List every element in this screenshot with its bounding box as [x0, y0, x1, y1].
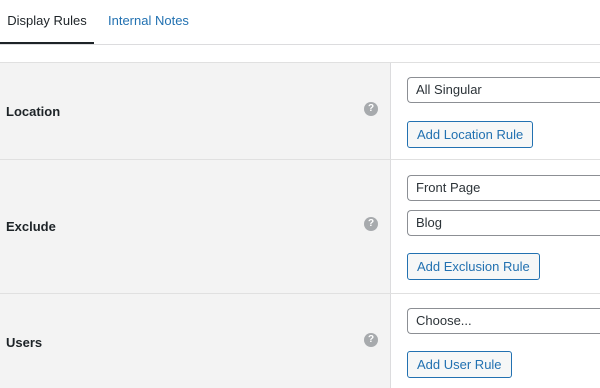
help-icon[interactable]: ?: [364, 102, 378, 116]
tab-bar: Display Rules Internal Notes: [0, 0, 600, 45]
exclude-label: Exclude: [6, 219, 56, 234]
location-label-cell: Location ?: [0, 63, 391, 159]
users-row: Users ? Choose... Add User Rule: [0, 293, 600, 388]
location-row: Location ? All Singular Add Location Rul…: [0, 62, 600, 159]
tab-internal-notes[interactable]: Internal Notes: [108, 0, 189, 44]
exclude-select-blog[interactable]: Blog: [407, 210, 600, 236]
help-icon[interactable]: ?: [364, 217, 378, 231]
users-label: Users: [6, 335, 43, 350]
location-label: Location: [6, 104, 61, 119]
add-user-rule-button[interactable]: Add User Rule: [407, 351, 512, 378]
location-field-cell: All Singular Add Location Rule: [391, 63, 600, 159]
add-exclusion-rule-button[interactable]: Add Exclusion Rule: [407, 253, 540, 280]
location-select[interactable]: All Singular: [407, 77, 600, 103]
users-field-cell: Choose... Add User Rule: [391, 294, 600, 388]
help-icon[interactable]: ?: [364, 333, 378, 347]
exclude-row: Exclude ? Front Page Blog Add Exclusion …: [0, 159, 600, 293]
exclude-label-cell: Exclude ?: [0, 160, 391, 293]
users-label-cell: Users ?: [0, 294, 391, 388]
add-location-rule-button[interactable]: Add Location Rule: [407, 121, 534, 148]
exclude-select-front-page[interactable]: Front Page: [407, 175, 600, 201]
exclude-field-cell: Front Page Blog Add Exclusion Rule: [391, 160, 600, 293]
users-select[interactable]: Choose...: [407, 308, 600, 334]
tab-display-rules[interactable]: Display Rules: [0, 0, 94, 44]
spacer: [0, 45, 600, 62]
